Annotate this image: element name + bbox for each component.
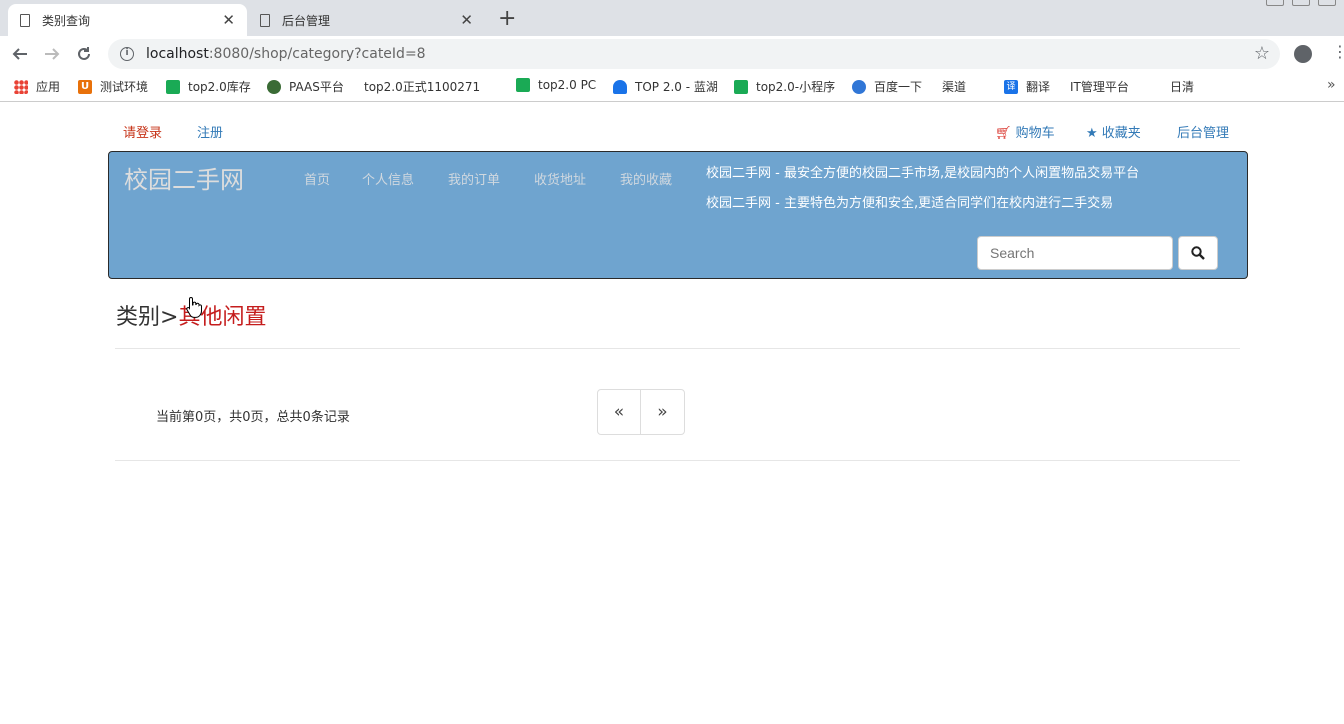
forward-arrow-icon	[45, 48, 60, 60]
play-icon	[516, 78, 530, 92]
page-icon	[260, 13, 270, 27]
hand-cursor-icon	[186, 296, 202, 318]
divider	[115, 460, 1240, 461]
bookmarks-bar: 应用 U 测试环境 top2.0库存 PAAS平台 top2.0正式1100271…	[0, 72, 1344, 194]
pagination-info: 当前第0页，共0页，总共0条记录	[156, 410, 350, 425]
tab-label: 后台管理	[282, 13, 331, 28]
star-icon: ★	[1086, 126, 1098, 141]
nav-profile[interactable]: 个人信息	[362, 169, 414, 188]
nav-home[interactable]: 首页	[304, 169, 330, 188]
circle-logo-icon	[267, 79, 281, 94]
bookmark-channel[interactable]: 渠道	[942, 78, 966, 194]
bookmark-star-icon[interactable]: ☆	[1254, 43, 1270, 64]
browser-toolbar: i localhost:8080/shop/category?cateId=8 …	[0, 36, 1344, 72]
translate-icon: 译	[1004, 79, 1018, 94]
prev-page-button[interactable]: «	[598, 390, 641, 434]
address-bar[interactable]: i localhost:8080/shop/category?cateId=8 …	[108, 39, 1280, 69]
bookmark-baidu[interactable]: 百度一下	[852, 78, 922, 95]
bookmark-riqing[interactable]: 日清	[1170, 78, 1194, 194]
bookmark-apps[interactable]: 应用	[14, 78, 60, 95]
bookmark-test-env[interactable]: U 测试环境	[78, 78, 148, 95]
nav-address[interactable]: 收货地址	[534, 169, 586, 188]
more-bookmarks-icon[interactable]: »	[1327, 77, 1336, 93]
maximize-icon[interactable]	[1292, 0, 1310, 6]
favorites-link[interactable]: ★ 收藏夹	[1086, 122, 1141, 141]
pagination: « »	[597, 389, 685, 435]
new-tab-button[interactable]: +	[498, 6, 516, 31]
minimize-icon[interactable]	[1266, 0, 1284, 6]
site-info-icon[interactable]: i	[120, 47, 134, 61]
forward-button[interactable]	[38, 40, 66, 68]
tab-admin[interactable]: 后台管理 ✕	[248, 4, 485, 36]
bookmark-top2-prod[interactable]: top2.0正式1100271	[364, 78, 480, 194]
reload-button[interactable]	[70, 40, 98, 68]
window-controls	[1258, 0, 1336, 6]
nav-orders[interactable]: 我的订单	[448, 169, 500, 188]
browser-menu-icon[interactable]: ⋮	[1332, 42, 1344, 61]
close-window-icon[interactable]	[1318, 0, 1336, 6]
tab-strip: 类别查询 ✕ 后台管理 ✕ +	[0, 0, 1344, 36]
slogan-line-2: 校园二手网 - 主要特色为方便和安全,更适合同学们在校内进行二手交易	[706, 196, 1114, 211]
web-page: 请登录 注册 🛒︎ 购物车 ★ 收藏夹 后台管理 校园二手网 首页 个人信息 我…	[0, 103, 1344, 724]
cart-icon: 🛒︎	[995, 126, 1012, 141]
play-icon	[166, 79, 180, 94]
bookmark-top2-stock[interactable]: top2.0库存	[166, 78, 251, 95]
login-link[interactable]: 请登录	[123, 122, 162, 141]
next-page-button[interactable]: »	[641, 390, 684, 434]
apps-grid-icon	[14, 79, 28, 94]
tab-label: 类别查询	[42, 13, 91, 28]
close-tab-icon[interactable]: ✕	[222, 11, 235, 29]
play-icon	[734, 79, 748, 94]
bookmark-translate[interactable]: 译翻译	[1004, 78, 1050, 95]
admin-link[interactable]: 后台管理	[1177, 122, 1229, 141]
bookmark-mini-program[interactable]: top2.0-小程序	[734, 78, 835, 95]
slogan-line-1: 校园二手网 - 最安全方便的校园二手市场,是校园内的个人闲置物品交易平台	[706, 166, 1140, 181]
u-logo-icon: U	[78, 79, 92, 94]
lanhu-icon	[613, 79, 627, 94]
back-arrow-icon	[12, 48, 27, 60]
baidu-paw-icon	[852, 79, 866, 94]
nav-favorites[interactable]: 我的收藏	[620, 169, 672, 188]
bookmark-lanhu[interactable]: TOP 2.0 - 蓝湖	[613, 78, 718, 95]
bookmark-it-platform[interactable]: IT管理平台	[1070, 78, 1129, 194]
bookmark-top2-pc[interactable]: top2.0 PC	[516, 78, 596, 92]
profile-avatar-icon[interactable]	[1294, 45, 1312, 63]
search-button[interactable]	[1178, 236, 1218, 270]
search-input[interactable]	[977, 236, 1173, 270]
site-brand[interactable]: 校园二手网	[124, 160, 244, 195]
reload-icon	[78, 47, 90, 60]
register-link[interactable]: 注册	[197, 122, 223, 141]
close-tab-icon[interactable]: ✕	[460, 11, 473, 29]
bookmark-paas[interactable]: PAAS平台	[267, 78, 344, 95]
url-text: localhost:8080/shop/category?cateId=8	[146, 46, 426, 62]
breadcrumb-prefix: 类别>	[116, 305, 179, 330]
cart-link[interactable]: 🛒︎ 购物车	[995, 122, 1055, 141]
search-icon	[1191, 246, 1205, 260]
site-header-banner: 校园二手网 首页 个人信息 我的订单 收货地址 我的收藏 校园二手网 - 最安全…	[108, 151, 1248, 279]
back-button[interactable]	[6, 40, 34, 68]
divider	[115, 348, 1240, 349]
tab-category-query[interactable]: 类别查询 ✕	[8, 4, 247, 36]
page-icon	[20, 13, 30, 27]
